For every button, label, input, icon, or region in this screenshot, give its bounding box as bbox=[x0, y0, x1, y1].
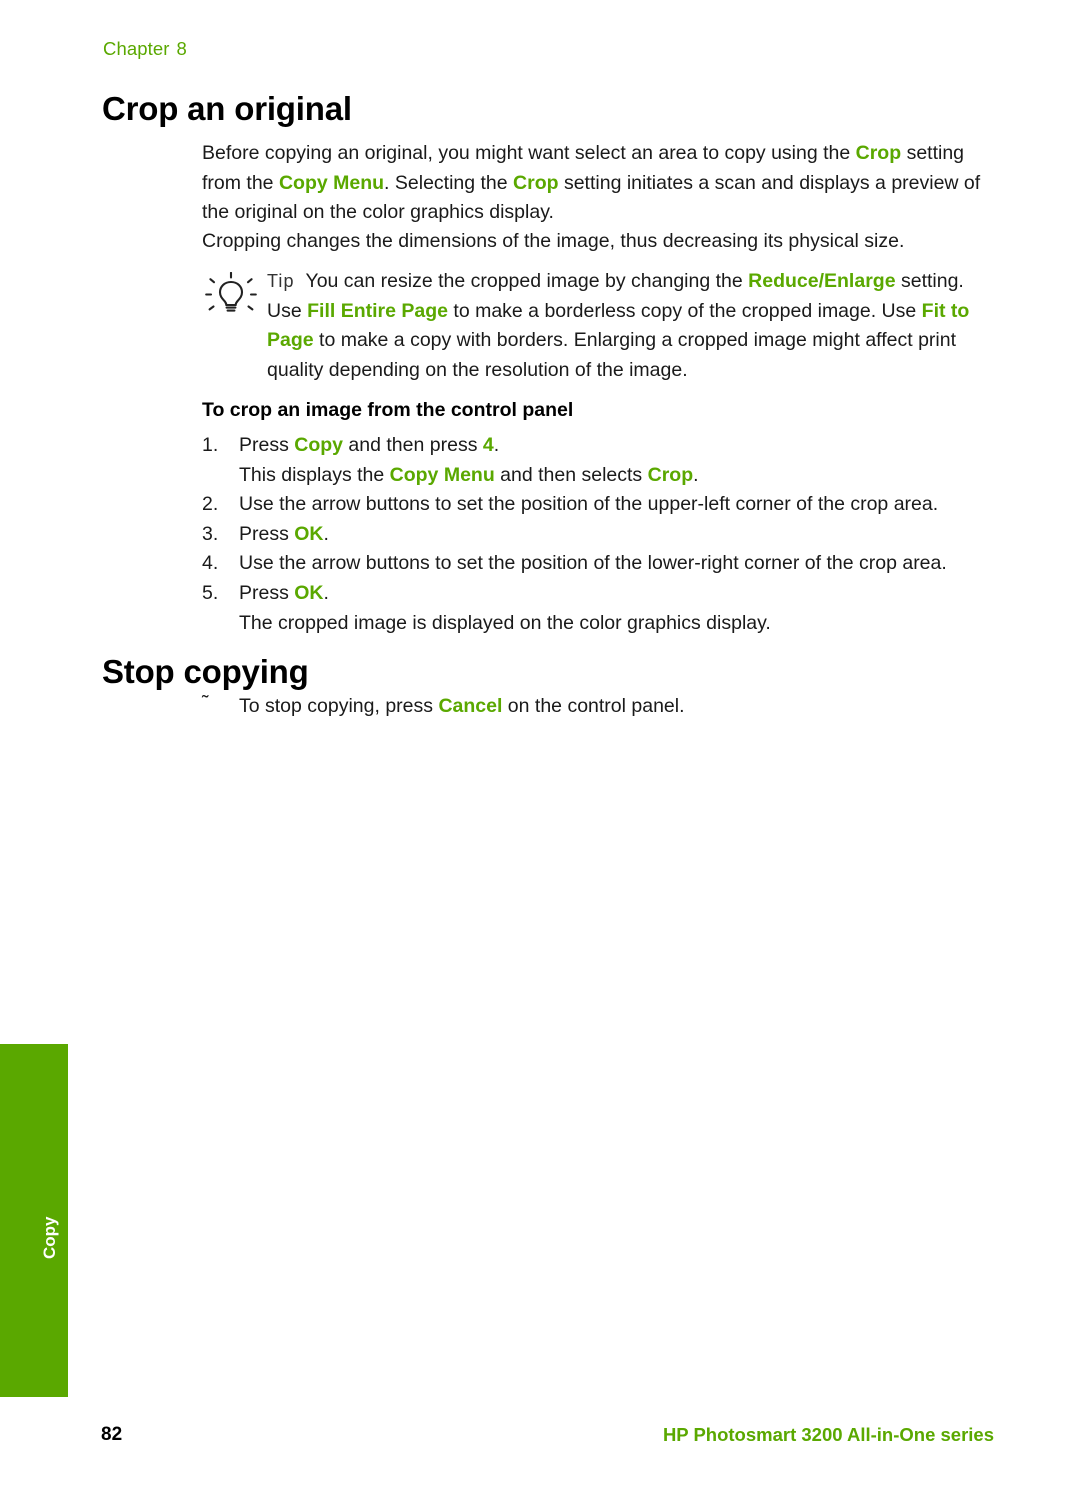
stop-post: on the control panel. bbox=[502, 695, 685, 717]
side-tab-label: Copy bbox=[40, 1216, 59, 1260]
side-tab-copy: Copy bbox=[0, 1044, 68, 1397]
step-1-marker: 1. bbox=[202, 434, 219, 456]
step-1: 1. Press Copy and then press 4. bbox=[202, 431, 1012, 461]
stop-copying-text: To stop copying, press Cancel on the con… bbox=[202, 695, 685, 717]
procedure-heading: To crop an image from the control panel bbox=[202, 399, 574, 421]
step-5: 5. Press OK. bbox=[202, 579, 1012, 609]
keyword-copy-menu-2: Copy Menu bbox=[389, 463, 495, 486]
tip-text-a: You can resize the cropped image by chan… bbox=[305, 270, 749, 292]
footer-page-number: 82 bbox=[101, 1424, 123, 1445]
lightbulb-icon bbox=[205, 271, 257, 320]
keyword-crop: Crop bbox=[855, 142, 902, 164]
tip-label: Tip bbox=[267, 271, 295, 291]
keyword-fill-entire-page: Fill Entire Page bbox=[307, 299, 448, 322]
heading-crop-an-original: Crop an original bbox=[102, 90, 352, 127]
keyword-crop-3: Crop bbox=[647, 463, 694, 486]
chapter-header: Chapter 8 bbox=[103, 38, 187, 60]
step-1-post: . bbox=[493, 434, 500, 456]
paragraph-cropping-changes: Cropping changes the dimensions of the i… bbox=[202, 230, 905, 252]
step-5-marker: 5. bbox=[202, 581, 219, 604]
step-1-pre: Press bbox=[239, 434, 295, 456]
document-page: Chapter 8 Crop an original Before copying… bbox=[0, 0, 1080, 1495]
step-5-result: The cropped image is displayed on the co… bbox=[239, 611, 771, 634]
procedure-steps: 1. Press Copy and then press 4. This dis… bbox=[202, 431, 1012, 638]
step-4-text: Use the arrow buttons to set the positio… bbox=[239, 552, 947, 575]
step-3: 3. Press OK. bbox=[202, 520, 1012, 550]
stop-pre: To stop copying, press bbox=[239, 695, 439, 717]
intro-text-a: Before copying an original, you might wa… bbox=[202, 142, 856, 164]
step-1-sub-post: . bbox=[693, 463, 699, 486]
tip-text-d: to make a copy with borders. Enlarging a… bbox=[267, 329, 957, 381]
step-2-marker: 2. bbox=[202, 493, 219, 516]
tip-text: Tip You can resize the cropped image by … bbox=[267, 267, 1002, 385]
heading-stop-copying: Stop copying bbox=[102, 653, 309, 690]
step-3-marker: 3. bbox=[202, 522, 219, 545]
keyword-cancel: Cancel bbox=[438, 695, 503, 717]
step-1-result: This displays the Copy Menu and then sel… bbox=[202, 461, 1012, 491]
chapter-label: Chapter bbox=[103, 38, 170, 59]
paragraph-intro: Before copying an original, you might wa… bbox=[202, 139, 1002, 228]
keyword-reduce-enlarge: Reduce/Enlarge bbox=[748, 270, 896, 292]
bullet-marker: ˜ bbox=[202, 692, 209, 714]
keyword-ok-1: OK bbox=[294, 522, 324, 545]
step-5-pre: Press bbox=[239, 581, 295, 604]
step-4: 4. Use the arrow buttons to set the posi… bbox=[202, 549, 1012, 579]
tip-text-c: to make a borderless copy of the cropped… bbox=[447, 299, 922, 322]
step-4-marker: 4. bbox=[202, 552, 219, 575]
step-2: 2. Use the arrow buttons to set the posi… bbox=[202, 490, 1012, 520]
keyword-crop-2: Crop bbox=[513, 171, 559, 194]
step-5-post: . bbox=[323, 581, 329, 604]
footer-product-name: HP Photosmart 3200 All-in-One series bbox=[662, 1424, 994, 1445]
intro-text-c: . Selecting the bbox=[384, 171, 514, 194]
step-1-mid: and then press bbox=[343, 434, 483, 456]
keyword-copy-menu: Copy Menu bbox=[278, 171, 385, 194]
step-3-post: . bbox=[323, 522, 329, 545]
stop-copying-instruction: ˜ To stop copying, press Cancel on the c… bbox=[202, 692, 1012, 722]
keyword-four: 4 bbox=[482, 434, 494, 456]
tip-block: Tip You can resize the cropped image by … bbox=[202, 267, 1002, 385]
step-3-pre: Press bbox=[239, 522, 295, 545]
step-1-sub-pre: This displays the bbox=[239, 463, 390, 486]
keyword-copy-button: Copy bbox=[294, 434, 344, 456]
step-1-sub-mid: and then selects bbox=[494, 463, 648, 486]
chapter-number: 8 bbox=[176, 38, 187, 59]
keyword-ok-2: OK bbox=[294, 581, 324, 604]
step-2-text: Use the arrow buttons to set the positio… bbox=[239, 493, 939, 516]
